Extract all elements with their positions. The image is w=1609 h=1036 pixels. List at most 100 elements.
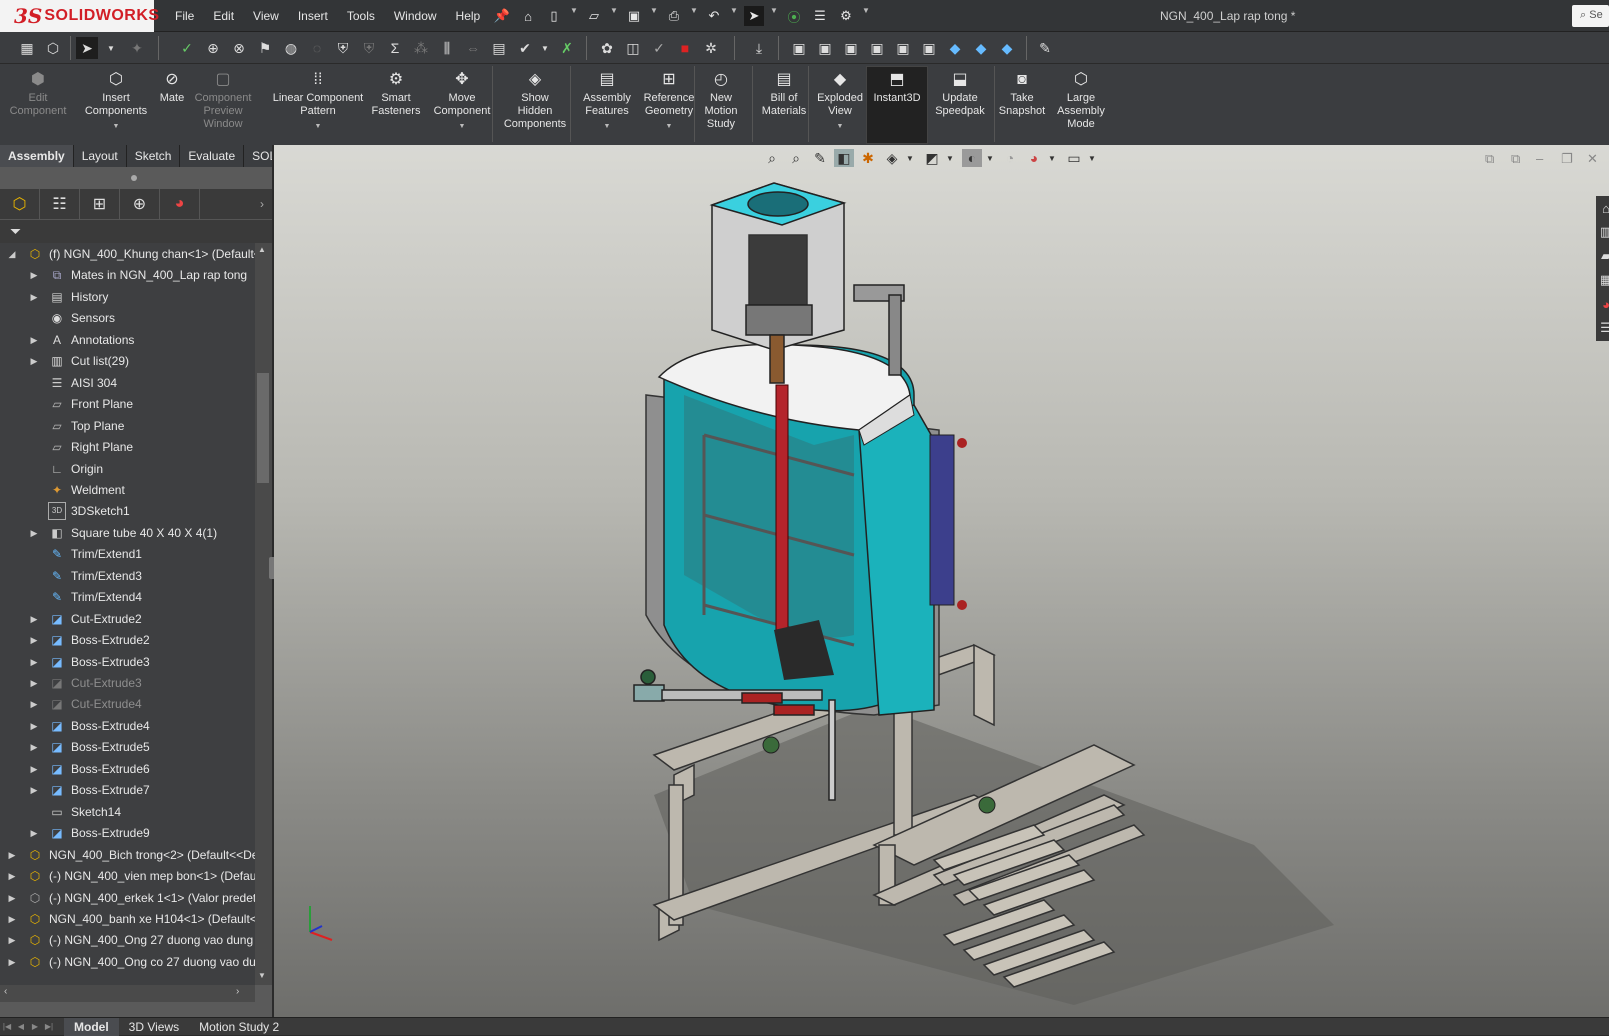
tree-node[interactable]: ∟ Origin	[0, 458, 255, 480]
view-trimetric-icon[interactable]: ◆	[970, 37, 992, 59]
toolbar-flag-icon[interactable]: ⚑	[254, 37, 276, 59]
expand-icon[interactable]: ▶	[28, 736, 40, 758]
mate-button[interactable]: ⊘ Mate	[152, 68, 192, 105]
toolbar-color-icon[interactable]: ◍	[280, 37, 302, 59]
toolbar-sum-icon[interactable]: Σ	[384, 37, 406, 59]
toolbar-brush-icon[interactable]: ✎	[1034, 37, 1056, 59]
filter-icon[interactable]: ⏷	[10, 223, 21, 240]
undo-dropdown-icon[interactable]: ▼	[730, 6, 738, 26]
toolbar-smart-dimension-icon[interactable]: ✓	[176, 37, 198, 59]
tab-evaluate[interactable]: Evaluate	[180, 145, 245, 167]
scroll-left-icon[interactable]: ‹	[4, 986, 7, 997]
assembly-3d-model[interactable]	[274, 145, 1609, 1017]
print-dropdown-icon[interactable]: ▼	[690, 6, 698, 26]
view-palette-icon[interactable]: ▦	[1596, 268, 1609, 292]
expand-icon[interactable]: ▶	[6, 887, 18, 909]
search-input[interactable]: ⌕ Se	[1572, 5, 1609, 27]
menu-help[interactable]: Help	[456, 9, 481, 23]
toolbar-render-icon[interactable]: ✿	[596, 37, 618, 59]
toolbar-stop-icon[interactable]: ■	[674, 37, 696, 59]
rebuild-icon[interactable]: ⦿	[784, 6, 804, 26]
save-dropdown-icon[interactable]: ▼	[650, 6, 658, 26]
tree-node[interactable]: ▶ ▤ History	[0, 286, 255, 308]
tree-node[interactable]: ▶ ◪ Boss-Extrude7	[0, 779, 255, 801]
tree-node[interactable]: ▶ ⧉ Mates in NGN_400_Lap rap tong	[0, 264, 255, 286]
view-back-icon[interactable]: ▣	[814, 37, 836, 59]
assembly-features-button[interactable]: ▤ Assembly Features ▼	[578, 68, 636, 133]
toolbar-shield-icon[interactable]: ⛨	[332, 37, 354, 59]
tree-node[interactable]: ▶ ⬡ (-) NGN_400_vien mep bon<1> (Defau	[0, 865, 255, 887]
tree-node[interactable]: ✎ Trim/Extend1	[0, 543, 255, 565]
tree-node[interactable]: ◢ ⬡ (f) NGN_400_Khung chan<1> (Default<	[0, 243, 255, 265]
tab-layout[interactable]: Layout	[73, 145, 127, 167]
tree-node[interactable]: ▶ ◪ Boss-Extrude5	[0, 736, 255, 758]
tree-node[interactable]: ▱ Front Plane	[0, 393, 255, 415]
view-right-icon[interactable]: ▣	[866, 37, 888, 59]
tree-node[interactable]: ▱ Right Plane	[0, 436, 255, 458]
toolbar-layers-icon[interactable]: ◫	[622, 37, 644, 59]
tree-node[interactable]: ✎ Trim/Extend4	[0, 586, 255, 608]
bottom-tab-3d-views[interactable]: 3D Views	[119, 1018, 189, 1036]
select-icon[interactable]: ➤	[744, 6, 764, 26]
print-icon[interactable]: ⎙	[664, 6, 684, 26]
view-bottom-icon[interactable]: ▣	[918, 37, 940, 59]
expand-icon[interactable]: ▶	[28, 264, 40, 286]
tree-node[interactable]: ◉ Sensors	[0, 307, 255, 329]
menu-view[interactable]: View	[253, 9, 279, 23]
toolbar-assembly-icon[interactable]: ⬡	[42, 37, 64, 59]
toolbar-select-dropdown-icon[interactable]: ▼	[100, 37, 122, 59]
expand-icon[interactable]: ▶	[6, 844, 18, 866]
expand-icon[interactable]: ▶	[28, 329, 40, 351]
bottom-tab-model[interactable]: Model	[64, 1017, 119, 1036]
panel-grip[interactable]	[0, 167, 272, 189]
expand-icon[interactable]: ▶	[28, 629, 40, 651]
appearances-icon[interactable]: ◕	[1596, 292, 1609, 316]
large-assembly-mode-button[interactable]: ⬡ Large Assembly Mode	[1054, 68, 1108, 131]
view-top-icon[interactable]: ▣	[892, 37, 914, 59]
move-component-dropdown-icon[interactable]: ▼	[459, 120, 466, 133]
tree-node[interactable]: ▱ Top Plane	[0, 415, 255, 437]
move-component-button[interactable]: ✥ Move Component ▼	[430, 68, 494, 133]
bottom-tab-motion-study-2[interactable]: Motion Study 2	[189, 1018, 289, 1036]
select-dropdown-icon[interactable]: ▼	[770, 6, 778, 26]
view-left-icon[interactable]: ▣	[840, 37, 862, 59]
configurationmanager-tab-icon[interactable]: ⊞	[80, 189, 120, 219]
propertymanager-tab-icon[interactable]: ☷	[40, 189, 80, 219]
pin-icon[interactable]: 📌	[492, 6, 512, 26]
toolbar-mirror-icon[interactable]: ⫼	[436, 37, 458, 59]
expand-icon[interactable]: ▶	[6, 908, 18, 930]
update-speedpak-button[interactable]: ⬓ Update Speedpak	[930, 68, 990, 118]
tree-node[interactable]: ▶ ◪ Boss-Extrude9	[0, 822, 255, 844]
reference-geometry-button[interactable]: ⊞ Reference Geometry ▼	[636, 68, 702, 133]
linear-component-pattern-dropdown-icon[interactable]: ▼	[315, 120, 322, 133]
open-icon[interactable]: ▱	[584, 6, 604, 26]
exploded-view-dropdown-icon[interactable]: ▼	[837, 120, 844, 133]
expand-icon[interactable]: ▶	[6, 929, 18, 951]
dimxpert-tab-icon[interactable]: ⊕	[120, 189, 160, 219]
toolbar-properties-icon[interactable]: ▦	[16, 37, 38, 59]
reference-geometry-dropdown-icon[interactable]: ▼	[666, 120, 673, 133]
expand-icon[interactable]: ▶	[28, 672, 40, 694]
assembly-features-dropdown-icon[interactable]: ▼	[604, 120, 611, 133]
tab-assembly[interactable]: Assembly	[0, 145, 74, 167]
tree-vertical-scrollbar[interactable]: ▲ ▼	[255, 243, 272, 985]
view-front-icon[interactable]: ▣	[788, 37, 810, 59]
toolbar-document-icon[interactable]: ▤	[488, 37, 510, 59]
show-hidden-components-button[interactable]: ◈ Show Hidden Components	[500, 68, 570, 131]
linear-component-pattern-button[interactable]: ⁞⁞ Linear Component Pattern ▼	[262, 68, 374, 133]
displaymanager-tab-icon[interactable]: ◕	[160, 189, 200, 219]
expand-icon[interactable]: ▶	[28, 822, 40, 844]
menu-file[interactable]: File	[175, 9, 194, 23]
open-dropdown-icon[interactable]: ▼	[610, 6, 618, 26]
expand-icon[interactable]: ▶	[28, 715, 40, 737]
tree-node[interactable]: ▶ ◪ Boss-Extrude4	[0, 715, 255, 737]
tree-node[interactable]: ▶ ◪ Boss-Extrude3	[0, 651, 255, 673]
options-gear-icon[interactable]: ⚙	[836, 6, 856, 26]
nav-next-icon[interactable]: ▶	[28, 1022, 42, 1031]
new-document-icon[interactable]: ▯	[544, 6, 564, 26]
toolbar-arrow-down-icon[interactable]: ⤓	[748, 37, 770, 59]
nav-prev-icon[interactable]: ◀	[14, 1022, 28, 1031]
exploded-view-button[interactable]: ◆ Exploded View ▼	[812, 68, 868, 133]
tree-node[interactable]: ▶ ◪ Boss-Extrude6	[0, 758, 255, 780]
tree-node[interactable]: ▶ ⬡ (-) NGN_400_erkek 1<1> (Valor predete	[0, 887, 255, 909]
